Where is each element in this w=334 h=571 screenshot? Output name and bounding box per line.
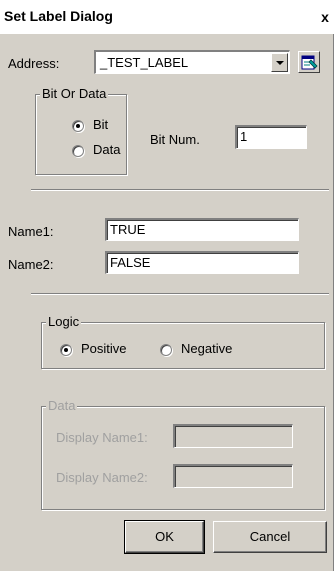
display-name2-label: Display Name2: <box>56 470 148 485</box>
separator-2 <box>31 293 329 295</box>
ok-button[interactable]: OK <box>124 520 205 554</box>
name2-label: Name2: <box>8 257 54 272</box>
negative-radio-label: Negative <box>181 341 233 356</box>
dialog-title: Set Label Dialog <box>4 8 113 24</box>
logic-group-title: Logic <box>46 314 82 329</box>
bit-num-label: Bit Num. <box>150 132 200 147</box>
positive-radio[interactable] <box>60 344 72 356</box>
close-icon[interactable]: x <box>316 6 334 28</box>
display-name1-label: Display Name1: <box>56 430 148 445</box>
name1-field[interactable]: TRUE <box>105 218 299 241</box>
data-group <box>41 406 325 510</box>
data-radio[interactable] <box>72 145 84 157</box>
chevron-down-icon[interactable] <box>271 53 288 72</box>
address-combobox[interactable]: _TEST_LABEL <box>94 50 290 74</box>
title-bar: Set Label Dialog x <box>0 0 334 34</box>
address-value: _TEST_LABEL <box>100 55 189 70</box>
data-radio-label: Data <box>93 142 121 157</box>
bit-radio[interactable] <box>72 120 84 132</box>
cancel-button[interactable]: Cancel <box>213 521 327 553</box>
set-label-dialog: Set Label Dialog x Address: _TEST_LABEL … <box>0 0 334 571</box>
bit-num-field[interactable]: 1 <box>235 125 307 149</box>
display-name2-field[interactable] <box>173 464 293 488</box>
name2-field[interactable]: FALSE <box>105 251 299 274</box>
bit-radio-label: Bit <box>93 117 109 132</box>
name1-label: Name1: <box>8 224 54 239</box>
positive-radio-label: Positive <box>81 341 127 356</box>
display-name1-field[interactable] <box>173 424 293 448</box>
negative-radio[interactable] <box>160 344 172 356</box>
separator-1 <box>31 189 329 191</box>
browse-address-button[interactable] <box>298 51 320 73</box>
address-label: Address: <box>8 56 60 71</box>
browse-tag-icon <box>301 55 318 70</box>
bit-or-data-group-title: Bit Or Data <box>40 86 109 101</box>
bit-or-data-group <box>35 94 127 175</box>
data-group-title: Data <box>46 398 78 413</box>
